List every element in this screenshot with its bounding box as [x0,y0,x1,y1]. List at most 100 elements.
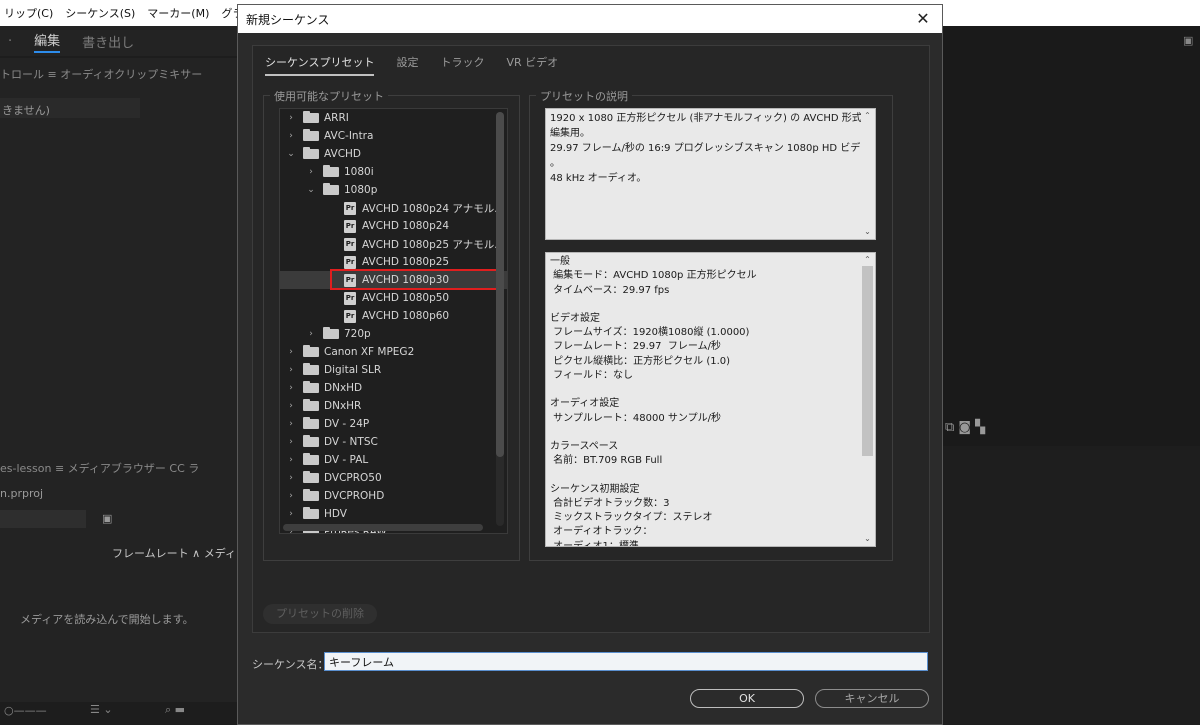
zoom-slider[interactable]: ○——— [4,704,47,717]
tab-vr-video[interactable]: VR ビデオ [506,54,558,76]
tree-preset-row[interactable]: Pr AVCHD 1080p50 [280,289,507,307]
description-line: 。 [550,158,560,169]
tree-folder-row[interactable]: › DV - PAL [280,451,507,469]
tree-preset-row[interactable]: Pr AVCHD 1080p60 [280,307,507,325]
chevron-right-icon[interactable]: › [286,491,296,501]
menu-sequence[interactable]: シーケンス(S) [65,5,135,21]
menu-marker[interactable]: マーカー(M) [147,5,209,21]
description-line: 編集用。 [550,128,590,139]
chevron-right-icon[interactable]: › [286,473,296,483]
folder-icon [303,417,319,429]
preset-description-box[interactable]: 1920 x 1080 正方形ピクセル (非アナモルフィック) の AVCHD … [545,108,876,240]
details-scroll-thumb[interactable] [862,266,873,456]
source-tabs-text[interactable]: トロール ≡ オーディオクリップミキサー [0,66,202,82]
bin-icon[interactable]: ▣ [102,512,112,525]
chevron-right-icon[interactable]: › [286,383,296,393]
tree-horizontal-scrollbar[interactable] [283,524,483,531]
tree-folder-row[interactable]: › HDV [280,505,507,523]
tree-folder-row[interactable]: › DV - NTSC [280,433,507,451]
tab-sequence-presets[interactable]: シーケンスプリセット [265,54,375,76]
chevron-right-icon[interactable]: › [286,347,296,357]
scroll-down-icon[interactable]: ⌄ [861,226,874,238]
chevron-right-icon[interactable]: › [286,131,296,141]
tree-folder-row[interactable]: › 720p [280,325,507,343]
tree-scroll-thumb[interactable] [496,112,504,457]
scroll-up-icon[interactable]: ⌃ [861,110,874,122]
scroll-up-icon[interactable]: ⌃ [861,254,874,266]
chevron-right-icon[interactable]: › [306,329,316,339]
chevron-right-icon[interactable]: › [286,419,296,429]
chevron-right-icon[interactable]: › [286,401,296,411]
folder-icon [323,183,339,195]
description-line: フレームサイズ：1920横1080縦 (1.0000) [550,327,750,339]
available-presets-label: 使用可能なプリセット [270,88,388,104]
monitor-buttons[interactable]: ⧉ ◙ ▚ [945,420,985,435]
tree-folder-row[interactable]: ⌄ 1080p [280,181,507,199]
tab-settings[interactable]: 設定 [396,54,418,76]
chevron-right-icon[interactable]: › [306,167,316,177]
delete-preset-button[interactable]: プリセットの削除 [263,604,377,624]
tree-preset-row[interactable]: Pr AVCHD 1080p25 アナモル... [280,235,507,253]
chevron-right-icon[interactable]: › [286,455,296,465]
list-view-icon[interactable]: ☰ ⌄ [90,703,113,716]
tree-folder-row[interactable]: › AVC-Intra [280,127,507,145]
menu-clip[interactable]: リップ(C) [4,5,53,21]
find-icon[interactable]: ⌕ ▬ [165,703,185,717]
workspace-tab-export[interactable]: 書き出し [82,32,134,51]
source-panel-tabs: トロール ≡ オーディオクリップミキサー [0,66,216,82]
tree-folder-row[interactable]: ⌄ AVCHD [280,145,507,163]
close-icon[interactable]: ✕ [914,10,932,28]
description-line: サンプルレート：48000 サンプル/秒 [550,412,721,424]
tree-preset-row[interactable]: Pr AVCHD 1080p30 [280,271,507,289]
tree-folder-row[interactable]: › DNxHD [280,379,507,397]
tree-folder-row[interactable]: › Digital SLR [280,361,507,379]
chevron-down-icon[interactable]: ⌄ [286,149,296,159]
chevron-right-icon[interactable]: › [286,437,296,447]
tree-item-label: AVCHD 1080p25 アナモル... [362,238,505,251]
tree-folder-row[interactable]: › 1080i [280,163,507,181]
description-line [550,298,859,312]
dialog-body: シーケンスプリセット 設定 トラック VR ビデオ 使用可能なプリセット › AR… [252,45,930,633]
tree-item-label: DNxHR [324,400,362,412]
folder-icon [303,507,319,519]
folder-icon [303,381,319,393]
workspace-tab-edit[interactable]: 編集 [34,30,61,53]
tree-preset-row[interactable]: Pr AVCHD 1080p24 [280,217,507,235]
chevron-right-icon[interactable]: › [286,509,296,519]
tree-preset-row[interactable]: Pr AVCHD 1080p24 アナモル... [280,199,507,217]
scroll-down-icon[interactable]: ⌄ [861,533,874,545]
tree-folder-row[interactable]: › Canon XF MPEG2 [280,343,507,361]
tree-item-label: AVCHD [324,148,362,160]
preset-details-box[interactable]: 一般 編集モード：AVCHD 1080p 正方形ピクセル タイムベース：29.9… [545,252,876,547]
panel-menu-icon[interactable]: ▣ [1183,34,1193,47]
tab-tracks[interactable]: トラック [440,54,484,76]
description-line: フィールド：なし [550,370,633,382]
tree-item-label: Digital SLR [324,364,382,376]
cancel-button[interactable]: キャンセル [815,689,929,708]
folder-icon [303,147,319,159]
sequence-name-input[interactable] [324,652,928,671]
tree-vertical-scrollbar[interactable] [496,112,504,526]
project-search-input[interactable] [0,510,86,528]
preset-description-group: プリセットの説明 1920 x 1080 正方形ピクセル (非アナモルフィック)… [529,88,893,561]
chevron-right-icon[interactable]: › [286,113,296,123]
chevron-down-icon[interactable]: ⌄ [306,185,316,195]
source-panel [0,58,238,458]
chevron-right-icon[interactable]: › [286,365,296,375]
project-tabs-text[interactable]: es-lesson ≡ メディアブラウザー CC ラ [0,460,199,476]
folder-icon [303,111,319,123]
description-line: オーディオトラック： [550,526,653,538]
tree-folder-row[interactable]: › DNxHR [280,397,507,415]
ok-button[interactable]: OK [690,689,804,708]
tree-item-label: AVCHD 1080p50 [362,292,450,304]
details-scrollbar[interactable]: ⌃ ⌄ [861,254,874,545]
tree-folder-row[interactable]: › DVCPRO50 [280,469,507,487]
description-scrollbar[interactable]: ⌃ ⌄ [861,110,874,238]
tree-folder-row[interactable]: › DV - 24P [280,415,507,433]
tree-item-label: 1080p [344,184,378,196]
description-line: 合計ビデオトラック数：3 [550,497,670,509]
tree-folder-row[interactable]: › ARRI [280,109,507,127]
tree-preset-row[interactable]: Pr AVCHD 1080p25 [280,253,507,271]
tree-folder-row[interactable]: › DVCPROHD [280,487,507,505]
dialog-titlebar: 新規シーケンス ✕ [238,5,942,33]
